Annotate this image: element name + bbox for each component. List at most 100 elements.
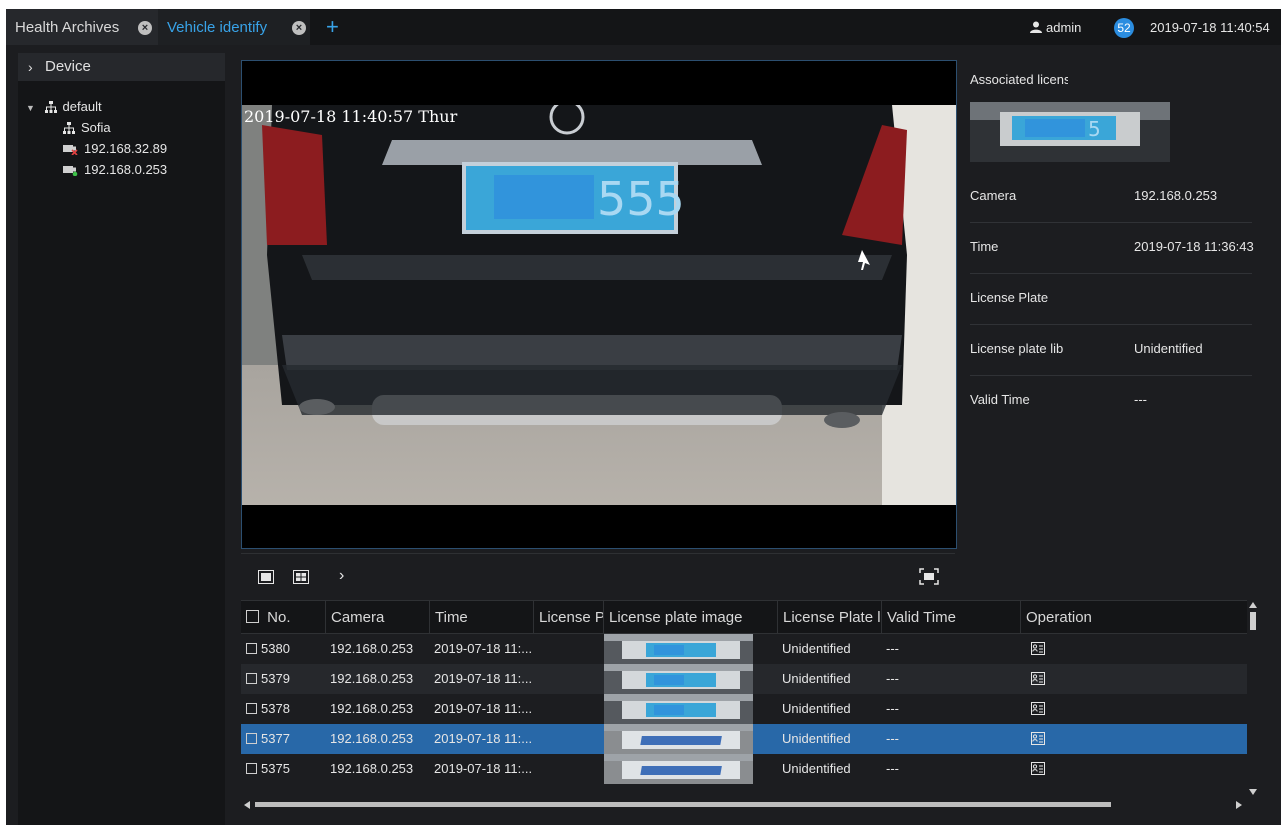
user-icon xyxy=(1030,21,1042,33)
cell-camera: 192.168.0.253 xyxy=(330,664,430,694)
cell-no: 5380 xyxy=(246,634,326,664)
tree-item-camera-offline[interactable]: 192.168.32.89 xyxy=(63,140,167,158)
close-icon[interactable]: × xyxy=(138,21,152,35)
tree-group-default[interactable]: ▼ default xyxy=(26,98,102,116)
row-checkbox[interactable] xyxy=(246,643,257,654)
cell-valid-time-text: --- xyxy=(886,671,899,686)
info-key: Time xyxy=(970,239,999,254)
plate-image-thumbnail[interactable] xyxy=(604,694,753,724)
info-row-license-plate: License Plate xyxy=(970,273,1252,325)
cell-plate-lib: Unidentified xyxy=(782,694,882,724)
detail-icon[interactable] xyxy=(1031,672,1045,685)
header-operation[interactable]: Operation xyxy=(1021,601,1247,635)
detail-icon[interactable] xyxy=(1031,732,1045,745)
vertical-scrollbar[interactable] xyxy=(1247,600,1259,798)
device-panel-header[interactable]: › Device xyxy=(18,53,225,81)
cell-operation xyxy=(1031,724,1071,754)
table-row[interactable]: 5377 192.168.0.253 2019-07-18 11:... Uniden… xyxy=(241,724,1247,754)
cell-time-text: 2019-07-18 11:... xyxy=(434,671,533,686)
device-panel-title: Device xyxy=(45,58,91,75)
single-view-icon[interactable] xyxy=(258,570,274,584)
detail-icon[interactable] xyxy=(1031,762,1045,775)
plate-text: 555 xyxy=(597,172,685,226)
info-value: 192.168.0.253 xyxy=(1134,188,1218,203)
select-all-checkbox[interactable] xyxy=(246,610,259,623)
cell-valid-time: --- xyxy=(886,724,1021,754)
scroll-right-icon[interactable] xyxy=(1236,801,1242,809)
cell-camera: 192.168.0.253 xyxy=(330,724,430,754)
chevron-right-icon[interactable]: › xyxy=(339,567,344,585)
header-license-plate[interactable]: License P xyxy=(534,601,604,635)
tree-label: default xyxy=(62,99,102,114)
cell-plate-lib-text: Unidentified xyxy=(782,671,851,686)
user-menu[interactable]: admin xyxy=(1030,20,1081,35)
plate-image-thumbnail[interactable] xyxy=(604,724,753,754)
plate-image-thumbnail[interactable] xyxy=(604,634,753,664)
fullscreen-icon[interactable] xyxy=(919,568,939,585)
table-row[interactable]: 5380 192.168.0.253 2019-07-18 11:... Uniden… xyxy=(241,634,1247,664)
row-checkbox[interactable] xyxy=(246,673,257,684)
camera-online-icon xyxy=(63,166,78,177)
plate-image-thumbnail[interactable] xyxy=(604,664,753,694)
video-player[interactable]: 555 2019-07-18 11:40:57 Thur xyxy=(241,60,957,549)
scroll-thumb[interactable] xyxy=(1250,612,1256,630)
cell-operation xyxy=(1031,664,1071,694)
cell-no: 5378 xyxy=(246,694,326,724)
caret-down-icon: ▼ xyxy=(26,103,35,113)
cell-no-text: 5380 xyxy=(261,641,290,656)
device-sidebar: › Device ▼ default Sofia 192.168.32.89 1… xyxy=(18,53,225,825)
header-label: No. xyxy=(267,609,291,626)
scroll-up-icon[interactable] xyxy=(1249,602,1257,608)
cell-camera: 192.168.0.253 xyxy=(330,694,430,724)
header-valid-time[interactable]: Valid Time xyxy=(882,601,1021,635)
close-icon[interactable]: × xyxy=(292,21,306,35)
network-icon xyxy=(63,122,75,134)
app-window: Health Archives × Vehicle identify × + a… xyxy=(6,9,1281,825)
plate-image-thumbnail[interactable] xyxy=(604,754,753,784)
quad-view-icon[interactable] xyxy=(293,570,309,584)
tab-label: Vehicle identify xyxy=(167,19,268,36)
tab-health-archives[interactable]: Health Archives × xyxy=(6,9,158,45)
cell-time-text: 2019-07-18 11:... xyxy=(434,641,533,656)
header-time[interactable]: Time xyxy=(430,601,534,635)
info-row-plate-lib: License plate lib Unidentified xyxy=(970,324,1252,376)
cell-valid-time: --- xyxy=(886,634,1021,664)
header-camera[interactable]: Camera xyxy=(326,601,430,635)
notification-badge[interactable]: 52 xyxy=(1114,18,1134,38)
horizontal-scrollbar[interactable] xyxy=(241,798,1247,810)
info-value: --- xyxy=(1134,392,1147,407)
cell-no: 5377 xyxy=(246,724,326,754)
associated-plate-thumbnail[interactable]: 5 xyxy=(970,102,1170,162)
header-plate-image[interactable]: License plate image xyxy=(604,601,778,635)
tree-label: 192.168.32.89 xyxy=(84,141,168,156)
scroll-down-icon[interactable] xyxy=(1249,789,1257,795)
row-checkbox[interactable] xyxy=(246,733,257,744)
header-no[interactable]: No. xyxy=(241,601,326,635)
cell-time: 2019-07-18 11:... xyxy=(434,634,534,664)
table-row[interactable]: 5375 192.168.0.253 2019-07-18 11:... Uniden… xyxy=(241,754,1247,784)
detail-icon[interactable] xyxy=(1031,702,1045,715)
records-table: No. Camera Time License P License plate … xyxy=(241,600,1247,798)
cell-plate-lib-text: Unidentified xyxy=(782,761,851,776)
row-checkbox[interactable] xyxy=(246,763,257,774)
tab-label: Health Archives xyxy=(15,19,120,36)
detail-icon[interactable] xyxy=(1031,642,1045,655)
player-divider xyxy=(241,553,955,554)
plate-image xyxy=(604,724,753,754)
tree-item-sofia[interactable]: Sofia xyxy=(63,119,111,137)
tree-item-camera-online[interactable]: 192.168.0.253 xyxy=(63,161,167,179)
header-plate-lib[interactable]: License Plate l xyxy=(778,601,882,635)
tree-label: 192.168.0.253 xyxy=(84,162,168,177)
cell-operation xyxy=(1031,694,1071,724)
username: admin xyxy=(1046,20,1082,35)
row-checkbox[interactable] xyxy=(246,703,257,714)
plate-thumbnail-image: 5 xyxy=(970,102,1170,162)
add-tab-icon[interactable]: + xyxy=(326,13,339,41)
tab-vehicle-identify[interactable]: Vehicle identify × xyxy=(158,9,310,45)
table-row[interactable]: 5378 192.168.0.253 2019-07-18 11:... Uniden… xyxy=(241,694,1247,724)
info-row-time: Time 2019-07-18 11:36:43 xyxy=(970,222,1254,274)
table-header: No. Camera Time License P License plate … xyxy=(241,600,1247,635)
scroll-thumb[interactable] xyxy=(255,802,1111,807)
scroll-left-icon[interactable] xyxy=(244,801,250,809)
table-row[interactable]: 5379 192.168.0.253 2019-07-18 11:... Uniden… xyxy=(241,664,1247,694)
